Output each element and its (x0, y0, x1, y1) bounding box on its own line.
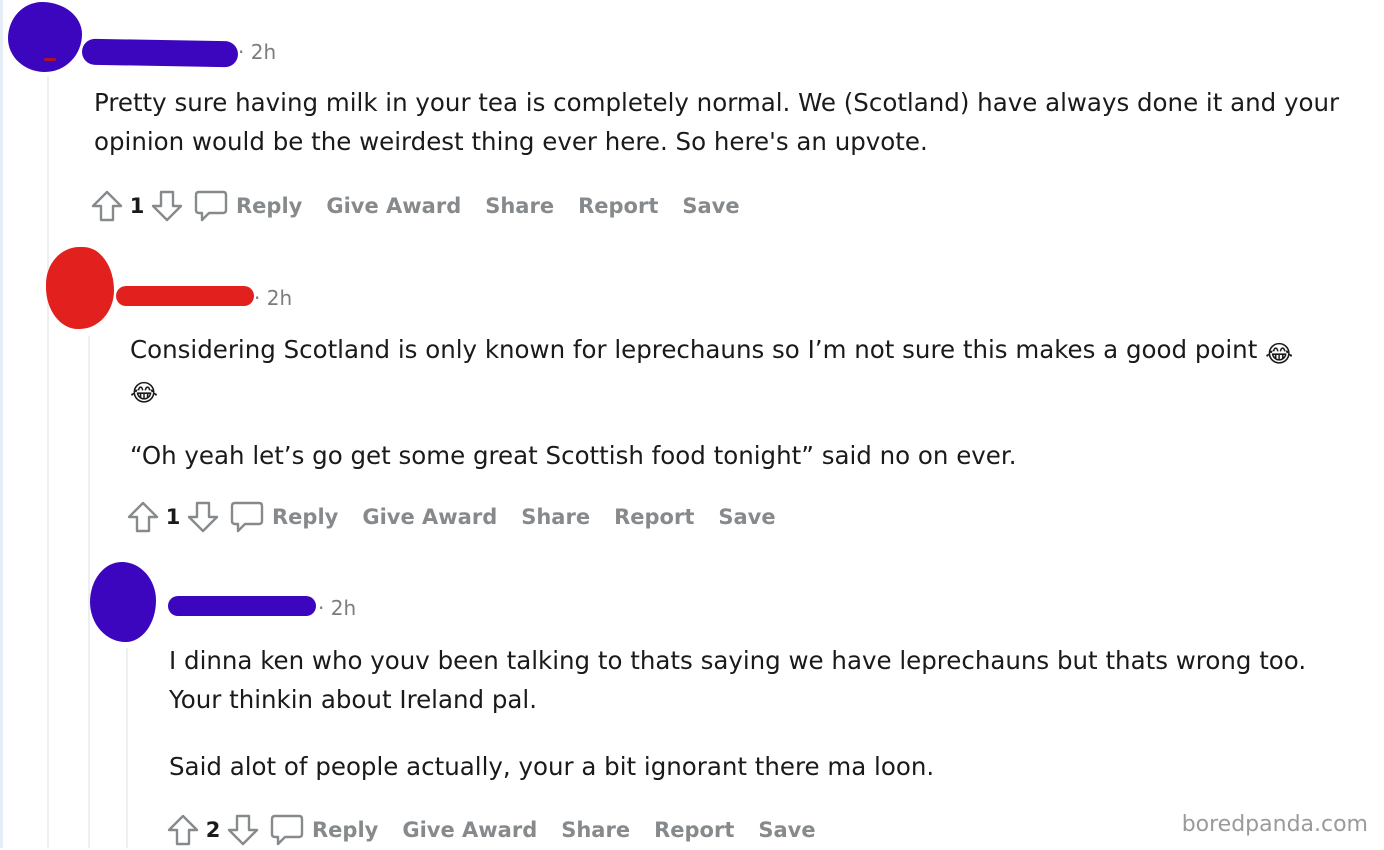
give-award-button[interactable]: Give Award (362, 505, 497, 529)
avatar[interactable] (90, 562, 156, 642)
comment-line: Considering Scotland is only known for l… (130, 335, 1258, 364)
speech-bubble-icon[interactable] (268, 811, 306, 849)
comment-body: I dinna ken who youv been talking to tha… (169, 641, 1306, 786)
comment-line: I dinna ken who youv been talking to tha… (169, 646, 1307, 675)
report-button[interactable]: Report (614, 505, 694, 529)
laughing-emoji-icon: 😂 (1265, 340, 1294, 368)
thread-line-3[interactable] (126, 648, 128, 848)
comment-line: Your thinkin about Ireland pal. (169, 685, 538, 714)
left-edge-bar (0, 0, 3, 848)
comment-line: opinion would be the weirdest thing ever… (94, 127, 928, 156)
speech-bubble-icon[interactable] (192, 187, 230, 225)
give-award-button[interactable]: Give Award (326, 194, 461, 218)
report-button[interactable]: Report (578, 194, 658, 218)
report-button[interactable]: Report (654, 818, 734, 842)
share-button[interactable]: Share (485, 194, 554, 218)
redacted-username (168, 596, 316, 616)
comment-timestamp: · 2h (238, 40, 277, 64)
watermark: boredpanda.com (1181, 812, 1368, 837)
avatar[interactable] (46, 247, 114, 329)
share-button[interactable]: Share (521, 505, 590, 529)
vote-score: 1 (165, 505, 181, 529)
vote-score: 2 (205, 818, 221, 842)
thread-line-2[interactable] (88, 336, 90, 848)
vote-score: 1 (129, 194, 145, 218)
save-button[interactable]: Save (758, 818, 815, 842)
thread-line-1[interactable] (47, 76, 49, 848)
share-button[interactable]: Share (561, 818, 630, 842)
comment-line: Pretty sure having milk in your tea is c… (94, 88, 1340, 117)
reply-button[interactable]: Reply (272, 505, 338, 529)
comment-body: Considering Scotland is only known for l… (130, 330, 1293, 475)
save-button[interactable]: Save (682, 194, 739, 218)
upvote-arrow-icon[interactable] (124, 498, 162, 536)
redacted-username (81, 38, 239, 68)
comment-timestamp: · 2h (254, 286, 293, 310)
reply-button[interactable]: Reply (236, 194, 302, 218)
upvote-arrow-icon[interactable] (164, 811, 202, 849)
laughing-emoji-icon: 😂 (130, 379, 159, 407)
downvote-arrow-icon[interactable] (148, 187, 186, 225)
comment-timestamp: · 2h (318, 596, 357, 620)
redacted-username (116, 286, 254, 306)
comment-actions: 1 Reply Give Award Share Report Save (124, 497, 788, 537)
comment-actions: 1 Reply Give Award Share Report Save (88, 186, 752, 226)
upvote-arrow-icon[interactable] (88, 187, 126, 225)
speech-bubble-icon[interactable] (228, 498, 266, 536)
comment-line: “Oh yeah let’s go get some great Scottis… (130, 441, 1017, 470)
save-button[interactable]: Save (718, 505, 775, 529)
give-award-button[interactable]: Give Award (402, 818, 537, 842)
comment-actions: 2 Reply Give Award Share Report Save (164, 810, 828, 850)
reply-button[interactable]: Reply (312, 818, 378, 842)
downvote-arrow-icon[interactable] (184, 498, 222, 536)
comment-body: Pretty sure having milk in your tea is c… (94, 83, 1339, 161)
downvote-arrow-icon[interactable] (224, 811, 262, 849)
avatar[interactable] (8, 2, 82, 72)
comment-line: Said alot of people actually, your a bit… (169, 752, 935, 781)
